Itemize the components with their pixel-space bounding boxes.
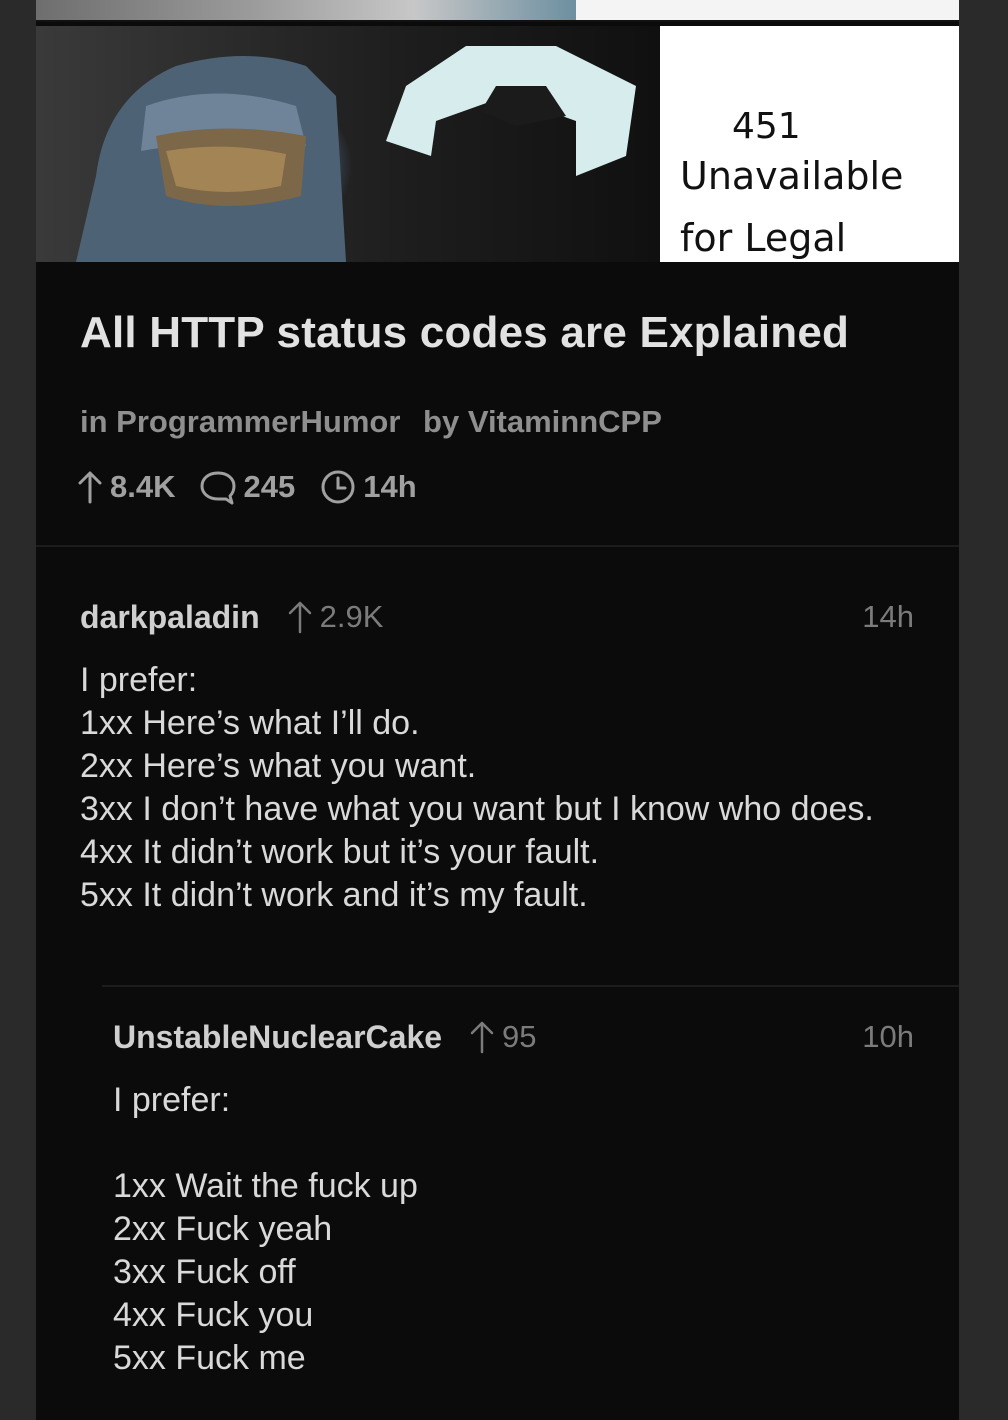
comment-body: I prefer: 1xx Wait the fuck up 2xx Fuck … [113, 1079, 914, 1380]
post-meta: in ProgrammerHumor by VitaminnCPP [80, 404, 676, 440]
post-stats: 8.4K 245 14h [76, 467, 441, 507]
comment-score[interactable]: 95 [468, 1019, 537, 1055]
comment: darkpaladin 2.9K 14h I prefer: 1xx Here’… [80, 595, 914, 917]
comment-author[interactable]: darkpaladin [80, 599, 260, 636]
comment-line: I prefer: [80, 661, 198, 699]
upvote-stat[interactable]: 8.4K [76, 469, 175, 505]
caption-line-1: Unavailable [680, 154, 904, 198]
comment-line: 5xx It didn’t work and it’s my fault. [80, 876, 588, 914]
upvote-arrow-icon [470, 1021, 494, 1054]
app-frame: 451 Unavailable for Legal All HTTP statu… [36, 0, 959, 1420]
comment-time: 10h [862, 1019, 914, 1054]
previous-post-image [36, 0, 959, 22]
comments-stat[interactable]: 245 [199, 469, 295, 505]
age-stat: 14h [319, 468, 417, 506]
comment-line: 1xx Wait the fuck up [113, 1167, 418, 1205]
post-title[interactable]: All HTTP status codes are Explained [80, 308, 940, 358]
comment-line: 4xx It didn’t work but it’s your fault. [80, 833, 600, 871]
caption-code: 451 [732, 106, 801, 147]
reply-comment: UnstableNuclearCake 95 10h I prefer: 1xx… [113, 1015, 914, 1380]
author-link[interactable]: by VitaminnCPP [423, 404, 662, 439]
upvote-arrow-icon [78, 471, 102, 504]
comment-line: 5xx Fuck me [113, 1339, 306, 1377]
post-divider [36, 545, 959, 547]
comment-line: 4xx Fuck you [113, 1296, 314, 1334]
comment-bubble-icon [200, 471, 236, 505]
comment-score-value: 2.9K [319, 599, 384, 634]
reply-divider [102, 985, 959, 987]
comment-header: UnstableNuclearCake 95 10h [113, 1015, 914, 1059]
meme-picture [36, 26, 660, 262]
comment-body: I prefer: 1xx Here’s what I’ll do. 2xx H… [80, 659, 914, 917]
upvote-count: 8.4K [110, 469, 176, 504]
comment-count: 245 [243, 469, 296, 504]
subreddit-link[interactable]: in ProgrammerHumor [80, 404, 400, 439]
clock-icon [321, 470, 355, 504]
post-image[interactable]: 451 Unavailable for Legal [36, 26, 959, 262]
comment-score-value: 95 [502, 1019, 537, 1054]
post-age: 14h [363, 469, 417, 504]
comment-line: 2xx Fuck yeah [113, 1210, 333, 1248]
comment-line: 3xx Fuck off [113, 1253, 296, 1291]
comment-line: 2xx Here’s what you want. [80, 747, 477, 785]
comment-header: darkpaladin 2.9K 14h [80, 595, 914, 639]
comment-score[interactable]: 2.9K [286, 599, 384, 635]
image-caption-panel: 451 Unavailable for Legal [660, 26, 959, 262]
comment-line: 3xx I don’t have what you want but I kno… [80, 790, 874, 828]
upvote-arrow-icon [288, 601, 311, 634]
comment-line [113, 1122, 914, 1165]
comment-time: 14h [862, 599, 914, 634]
comment-line: 1xx Here’s what I’ll do. [80, 704, 420, 742]
comment-author[interactable]: UnstableNuclearCake [113, 1019, 442, 1056]
caption-line-2: for Legal [680, 216, 847, 260]
comment-line: I prefer: [113, 1081, 231, 1119]
